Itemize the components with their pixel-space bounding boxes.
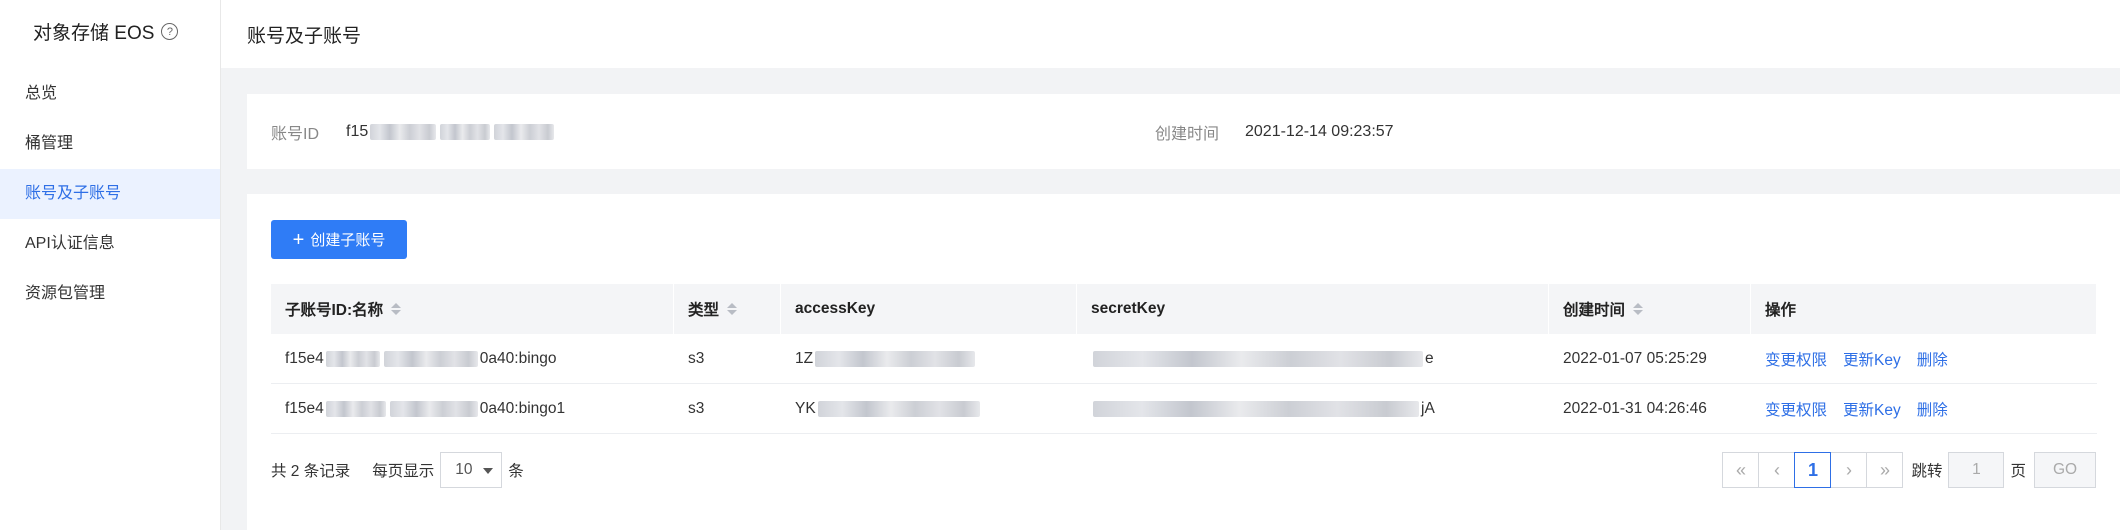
prev-page-icon[interactable]: ‹ [1758,452,1796,488]
page-title: 账号及子账号 [247,25,362,47]
redacted-blur [370,123,437,140]
jump-page-input[interactable]: 1 [1948,452,2005,488]
change-permission-link[interactable]: 变更权限 [1765,348,1827,370]
redacted-blur [815,350,976,367]
created-cell: 2022-01-07 05:25:29 [1563,349,1707,367]
subaccount-table: 子账号ID:名称 类型 accessKey secretKey 创建时间 操作 … [271,284,2097,434]
secretkey-suffix: jA [1421,399,1435,417]
table-row: f15e4 0a40:bingo1 s3 YK jA 2022-01-31 04… [271,384,2097,434]
table-row: f15e4 0a40:bingo s3 1Z e 2022-01-07 05:2… [271,334,2097,384]
redacted-blur [1093,350,1423,367]
brand: 对象存储 EOS ? [33,18,179,45]
redacted-blur [325,400,386,417]
account-id-label: 账号ID [271,125,320,143]
column-label: 操作 [1765,302,1797,319]
subaccount-id-prefix: f15e4 [285,349,324,367]
plus-icon: + [292,228,305,251]
sidebar-item-resource-packages[interactable]: 资源包管理 [0,269,220,319]
secretkey-cell: e [1077,334,1549,383]
first-page-icon[interactable]: « [1722,452,1760,488]
sidebar-item-accounts[interactable]: 账号及子账号 [0,169,220,219]
column-header-actions: 操作 [1751,284,2097,334]
table-header: 子账号ID:名称 类型 accessKey secretKey 创建时间 操作 [271,284,2097,334]
column-label: secretKey [1091,300,1166,317]
next-page-icon[interactable]: › [1830,452,1868,488]
column-label: 类型 [688,302,720,319]
page-number-current[interactable]: 1 [1794,452,1832,488]
accesskey-cell: YK [781,384,1077,433]
jump-label: 跳转 [1911,463,1943,480]
go-button[interactable]: GO [2034,452,2096,488]
sidebar-item-buckets[interactable]: 桶管理 [0,119,220,169]
redacted-blur [1093,400,1419,417]
subaccount-id-prefix: f15e4 [285,399,324,417]
pagination: « ‹ 1 › » 跳转 1 页 GO [1722,452,2096,488]
redacted-blur [325,350,380,367]
secretkey-suffix: e [1425,349,1434,367]
accesskey-cell: 1Z [781,334,1077,383]
caret-down-icon [483,468,494,474]
column-header-accesskey: accessKey [781,284,1077,334]
change-permission-link[interactable]: 变更权限 [1765,398,1827,420]
redacted-blur [383,350,478,367]
main-content: 账号及子账号 账号ID f15 创建时间 2021-12-14 09:23:57… [221,0,2120,530]
column-header-secretkey: secretKey [1077,284,1549,334]
delete-link[interactable]: 删除 [1917,348,1948,370]
create-subaccount-button[interactable]: + 创建子账号 [271,220,407,259]
redacted-blur [389,400,478,417]
column-label: 创建时间 [1563,302,1626,319]
account-id-prefix: f15 [346,122,369,140]
account-info-card: 账号ID f15 创建时间 2021-12-14 09:23:57 [247,94,2120,169]
redacted-blur [817,400,980,417]
column-header-type[interactable]: 类型 [674,284,781,334]
subaccount-id-cell: f15e4 0a40:bingo1 [271,384,674,433]
brand-title: 对象存储 EOS [33,23,155,44]
last-page-icon[interactable]: » [1866,452,1904,488]
page-size-select[interactable]: 10 [440,452,503,488]
page-unit: 页 [2010,463,2026,480]
created-cell: 2022-01-31 04:26:46 [1563,399,1707,417]
accesskey-prefix: 1Z [795,349,814,367]
sidebar-nav: 总览 桶管理 账号及子账号 API认证信息 资源包管理 [0,69,220,319]
create-subaccount-label: 创建子账号 [310,232,386,249]
accesskey-prefix: YK [795,399,816,417]
subaccount-id-cell: f15e4 0a40:bingo [271,334,674,383]
type-cell: s3 [688,399,705,417]
update-key-link[interactable]: 更新Key [1843,348,1901,370]
per-page-unit: 条 [508,463,524,480]
sort-icon[interactable] [391,303,402,315]
created-time-value: 2021-12-14 09:23:57 [1245,122,1394,140]
actions-cell: 变更权限 更新Key 删除 [1751,384,2097,433]
update-key-link[interactable]: 更新Key [1843,398,1901,420]
redacted-blur [494,123,555,140]
type-cell: s3 [688,349,705,367]
account-id-value: f15 [346,123,556,141]
subaccount-id-suffix: 0a40:bingo1 [479,399,566,417]
sort-icon[interactable] [727,303,738,315]
sidebar-item-api-auth[interactable]: API认证信息 [0,219,220,269]
column-header-id-name[interactable]: 子账号ID:名称 [271,284,674,334]
redacted-blur [440,123,491,140]
column-label: accessKey [795,300,876,317]
question-circle-icon[interactable]: ? [161,23,179,40]
table-footer: 共 2 条记录 每页显示 10 条 « ‹ 1 › » 跳转 1 页 GO [271,450,2096,490]
sidebar: 对象存储 EOS ? 总览 桶管理 账号及子账号 API认证信息 资源包管理 [0,0,221,530]
subaccount-id-suffix: 0a40:bingo [479,349,557,367]
created-time-label: 创建时间 [1155,125,1220,143]
page-size-value: 10 [455,461,473,478]
sidebar-item-overview[interactable]: 总览 [0,69,220,119]
column-header-created[interactable]: 创建时间 [1549,284,1751,334]
total-records: 共 2 条记录 [271,463,351,480]
page-header: 账号及子账号 [221,0,2120,68]
delete-link[interactable]: 删除 [1917,398,1948,420]
sort-icon[interactable] [1633,303,1644,315]
actions-cell: 变更权限 更新Key 删除 [1751,334,2097,383]
column-label: 子账号ID:名称 [285,302,384,319]
subaccount-list-card: + 创建子账号 子账号ID:名称 类型 accessKey secretKey [247,194,2120,530]
per-page-label: 每页显示 [372,463,435,480]
secretkey-cell: jA [1077,384,1549,433]
